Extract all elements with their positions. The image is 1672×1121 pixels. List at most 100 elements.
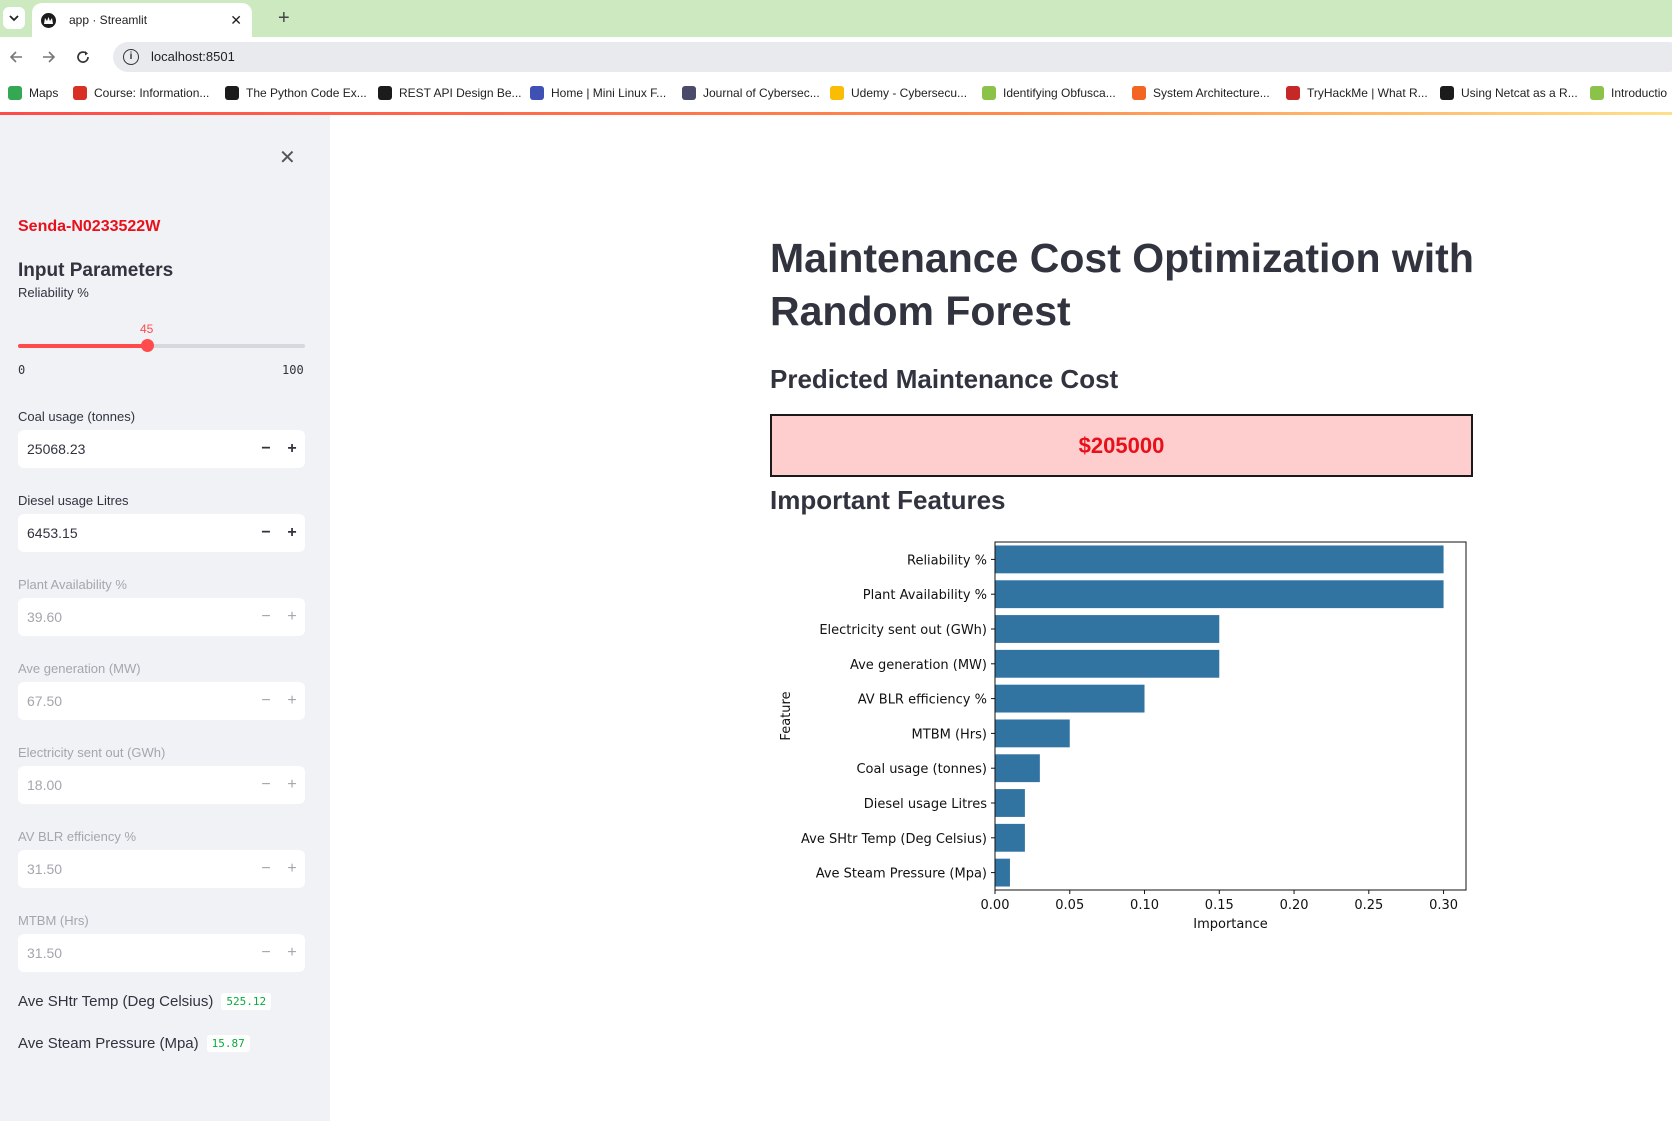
close-tab-icon[interactable]: ✕ xyxy=(230,13,242,27)
decrement-icon[interactable]: − xyxy=(256,439,276,459)
new-tab-icon[interactable]: + xyxy=(278,8,290,28)
number-input[interactable]: 25068.23 − + xyxy=(18,430,305,468)
bookmark-favicon-icon xyxy=(1286,86,1300,100)
bookmark-favicon-icon xyxy=(378,86,392,100)
x-tick-label: 0.10 xyxy=(1130,898,1159,913)
number-input-value[interactable]: 25068.23 xyxy=(27,441,85,457)
bookmark-label: System Architecture... xyxy=(1153,86,1270,100)
bookmark-favicon-icon xyxy=(982,86,996,100)
number-input-value: 39.60 xyxy=(27,609,63,625)
bookmark-favicon-icon xyxy=(225,86,239,100)
number-input: 67.50 − + xyxy=(18,682,305,720)
streamlit-favicon-icon xyxy=(41,12,56,28)
increment-icon: + xyxy=(287,776,297,793)
bookmark-item[interactable]: Maps xyxy=(8,86,58,100)
bookmark-item[interactable]: Introductio xyxy=(1590,86,1667,100)
predicted-cost-box: $205000 xyxy=(770,414,1473,477)
metric-steam-pressure: Ave Steam Pressure (Mpa) 15.87 xyxy=(18,1035,250,1052)
bookmark-label: Course: Information... xyxy=(94,86,210,100)
y-tick-label: Ave generation (MW) xyxy=(850,658,987,673)
number-input: 31.50 − + xyxy=(18,850,305,888)
back-icon[interactable] xyxy=(6,47,26,67)
number-input-label: Electricity sent out (GWh) xyxy=(18,745,166,760)
increment-icon[interactable]: + xyxy=(282,439,302,459)
increment-icon[interactable]: + xyxy=(282,523,302,543)
bookmark-favicon-icon xyxy=(530,86,544,100)
url-text[interactable]: localhost:8501 xyxy=(151,49,235,64)
chart-bar xyxy=(995,858,1010,887)
decrement-icon: − xyxy=(261,608,271,625)
number-input: 31.50 − + xyxy=(18,934,305,972)
slider-thumb[interactable] xyxy=(141,339,155,352)
number-input-label: MTBM (Hrs) xyxy=(18,913,89,928)
decrement-icon: − xyxy=(261,776,271,793)
number-input-value: 31.50 xyxy=(27,861,63,877)
bookmark-item[interactable]: Using Netcat as a R... xyxy=(1440,86,1578,100)
chart-bar xyxy=(995,754,1040,783)
slider-max-label: 100 xyxy=(282,363,304,377)
bookmark-item[interactable]: Home | Mini Linux F... xyxy=(530,86,666,100)
chart-bar xyxy=(995,615,1220,643)
bookmark-label: Using Netcat as a R... xyxy=(1461,86,1578,100)
y-tick-label: Electricity sent out (GWh) xyxy=(819,623,987,638)
bookmark-label: Home | Mini Linux F... xyxy=(551,86,667,100)
bookmark-favicon-icon xyxy=(1440,86,1454,100)
bookmark-item[interactable]: Identifying Obfusca... xyxy=(982,86,1116,100)
important-features-header: Important Features xyxy=(770,485,1006,515)
bookmark-favicon-icon xyxy=(1590,86,1604,100)
forward-icon[interactable] xyxy=(39,47,59,67)
tab-title: app · Streamlit xyxy=(69,13,148,27)
number-input-value[interactable]: 6453.15 xyxy=(27,525,78,541)
sidebar: ✕ Senda-N0233522W Input Parameters Relia… xyxy=(0,115,330,1121)
bookmark-item[interactable]: Udemy - Cybersecu... xyxy=(830,86,967,100)
slider-fill xyxy=(18,344,148,348)
reliability-slider[interactable] xyxy=(18,339,305,352)
bookmark-item[interactable]: Journal of Cybersec... xyxy=(682,86,820,100)
y-tick-label: Diesel usage Litres xyxy=(864,797,988,812)
bookmark-favicon-icon xyxy=(682,86,696,100)
metric-value: 525.12 xyxy=(221,993,272,1010)
number-input: 18.00 − + xyxy=(18,766,305,804)
bookmark-item[interactable]: REST API Design Be... xyxy=(378,86,522,100)
bookmark-item[interactable]: TryHackMe | What R... xyxy=(1286,86,1428,100)
close-sidebar-icon[interactable]: ✕ xyxy=(279,148,296,168)
chart-bar xyxy=(995,789,1025,817)
decrement-icon[interactable]: − xyxy=(256,523,276,543)
y-tick-label: MTBM (Hrs) xyxy=(912,727,987,742)
chevron-down-icon xyxy=(9,14,19,21)
bookmark-label: Udemy - Cybersecu... xyxy=(851,86,968,100)
bookmark-label: The Python Code Ex... xyxy=(246,86,367,100)
bookmark-favicon-icon xyxy=(1132,86,1146,100)
increment-icon: + xyxy=(287,860,297,877)
increment-icon: + xyxy=(287,944,297,961)
y-tick-label: Reliability % xyxy=(907,553,987,568)
chart-bar xyxy=(995,649,1220,678)
bookmark-item[interactable]: System Architecture... xyxy=(1132,86,1270,100)
sidebar-title: Input Parameters xyxy=(18,260,174,281)
bookmark-favicon-icon xyxy=(73,86,87,100)
bookmark-item[interactable]: Course: Information... xyxy=(73,86,209,100)
tab-search-button[interactable] xyxy=(3,7,25,29)
x-tick-label: 0.05 xyxy=(1055,898,1084,913)
x-tick-label: 0.20 xyxy=(1280,898,1309,913)
site-info-icon[interactable]: i xyxy=(123,49,139,65)
predicted-cost-value: $205000 xyxy=(1078,432,1165,458)
bookmark-item[interactable]: The Python Code Ex... xyxy=(225,86,367,100)
browser-tab[interactable]: app · Streamlit ✕ xyxy=(32,3,252,37)
bookmark-label: TryHackMe | What R... xyxy=(1307,86,1428,100)
x-tick-label: 0.00 xyxy=(981,898,1010,913)
number-input-label: Diesel usage Litres xyxy=(18,493,129,508)
number-input[interactable]: 6453.15 − + xyxy=(18,514,305,552)
decrement-icon: − xyxy=(261,944,271,961)
number-input-value: 31.50 xyxy=(27,945,63,961)
user-id-text: Senda-N0233522W xyxy=(18,218,161,235)
address-bar[interactable]: i localhost:8501 xyxy=(113,42,1672,72)
bookmark-favicon-icon xyxy=(830,86,844,100)
metric-value: 15.87 xyxy=(206,1035,250,1052)
feature-importance-chart: Reliability % Plant Availability % Electri… xyxy=(779,541,1467,932)
number-input-label: Ave generation (MW) xyxy=(18,661,141,676)
reload-icon[interactable] xyxy=(73,47,93,67)
x-axis-label: Importance xyxy=(1193,917,1268,932)
bookmark-label: Introductio xyxy=(1611,86,1668,100)
chart-bar xyxy=(995,719,1070,748)
